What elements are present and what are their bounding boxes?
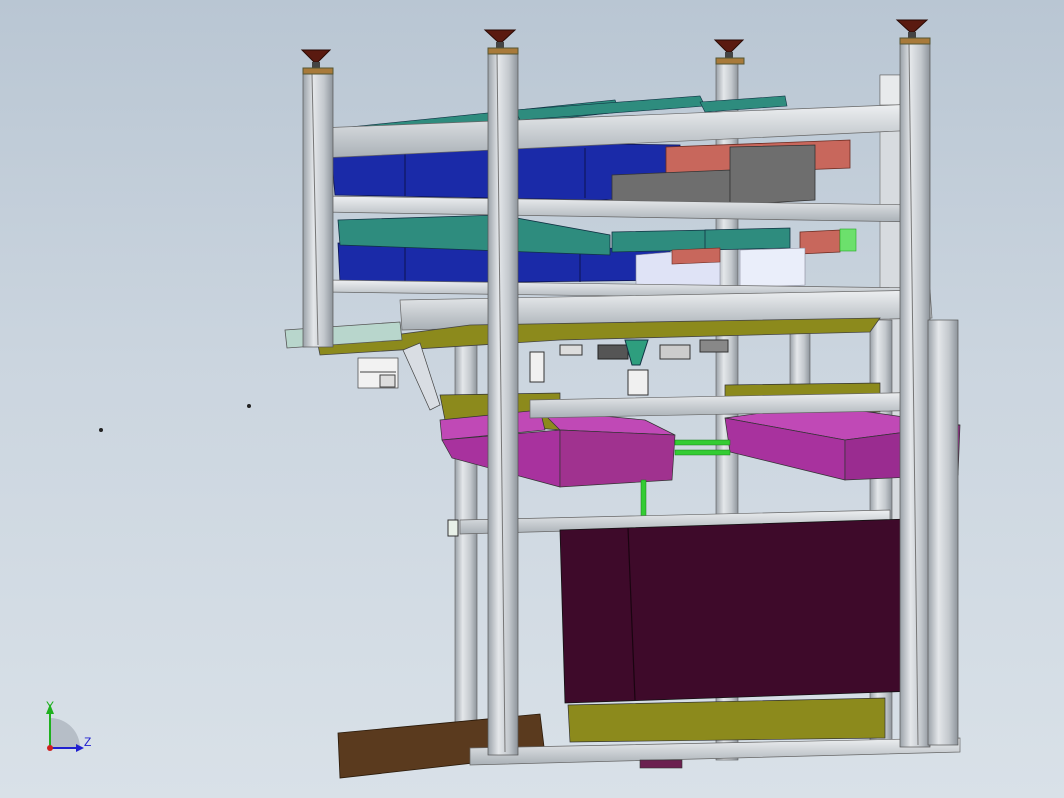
z-axis-arrow	[76, 744, 84, 752]
foot-2	[483, 29, 519, 55]
y-axis-label: Y	[46, 699, 54, 713]
triad-plane	[50, 718, 80, 748]
stray-point	[247, 404, 251, 408]
foot-4	[895, 19, 931, 45]
model-canvas[interactable]: Y Z	[0, 0, 1064, 798]
x-axis-point	[47, 745, 53, 751]
leveling-feet	[300, 19, 931, 75]
z-axis-label: Z	[84, 735, 91, 749]
foot-1	[300, 49, 334, 75]
stray-point	[99, 428, 103, 432]
shelf-beams	[317, 103, 933, 331]
foot-3	[713, 39, 745, 65]
cad-viewport[interactable]: Y Z	[0, 0, 1064, 798]
orientation-triad[interactable]: Y Z	[46, 699, 91, 752]
